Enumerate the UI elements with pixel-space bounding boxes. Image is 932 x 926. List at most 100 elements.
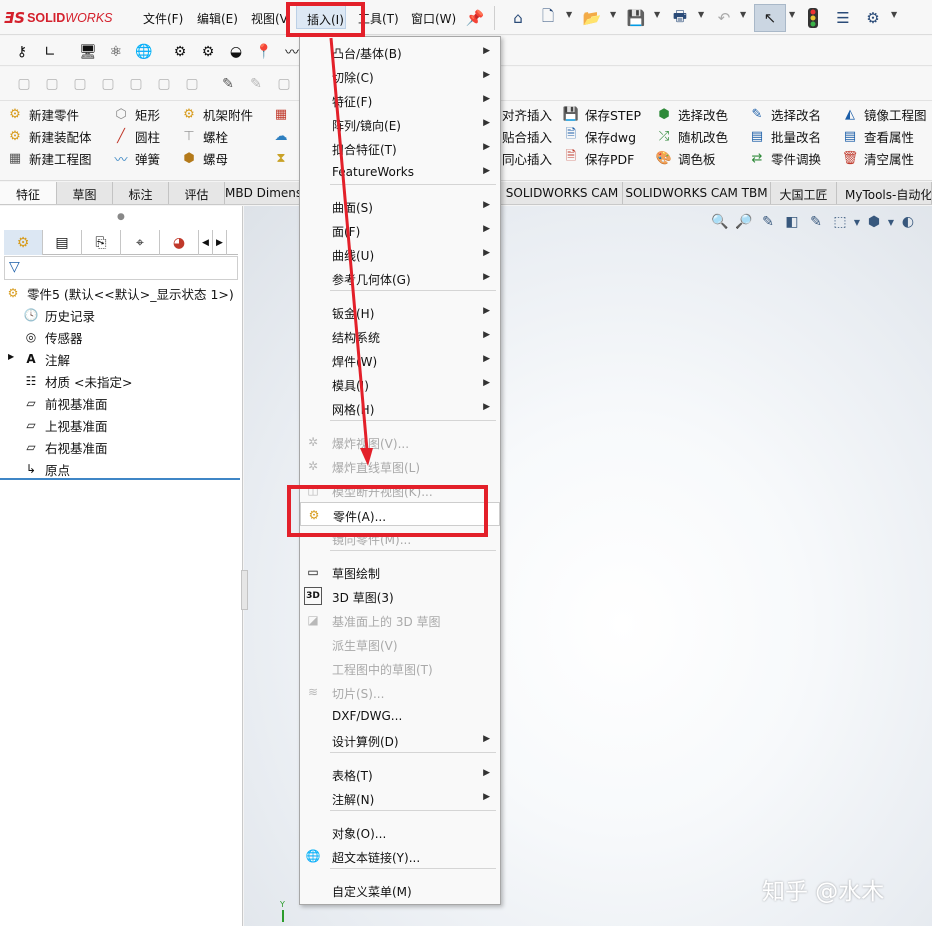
- gear-icon[interactable]: ⚙: [170, 42, 190, 62]
- location-pin-icon[interactable]: 📍: [254, 42, 274, 62]
- menu-window[interactable]: 窗口(W): [411, 10, 456, 27]
- select-recolor-command[interactable]: ⬢ 选择改色: [655, 103, 728, 125]
- insert-menu-item[interactable]: 派生草图(V): [300, 632, 500, 656]
- chevron-down-icon[interactable]: ▼: [740, 10, 746, 19]
- dynamic-annotation-icon[interactable]: ✎: [804, 212, 828, 232]
- palette-command[interactable]: 🎨 调色板: [655, 147, 728, 169]
- insert-menu-item[interactable]: 🌐 超文本链接(Y)...: [300, 844, 500, 868]
- tree-item-right-plane[interactable]: ▱ 右视基准面: [22, 436, 132, 458]
- shape-icon[interactable]: ▢: [42, 74, 62, 94]
- insert-menu-item[interactable]: 3D 3D 草图(3): [300, 584, 500, 608]
- new-part-command[interactable]: ⚙ 新建零件: [6, 103, 92, 125]
- shape-icon[interactable]: ▢: [98, 74, 118, 94]
- network-icon[interactable]: ⚛: [106, 42, 126, 62]
- frame-accessory-command[interactable]: ⚙ 机架附件: [180, 103, 253, 125]
- pin-icon[interactable]: 📌: [465, 8, 485, 28]
- insert-menu-item[interactable]: 扣合特征(T) ▶: [300, 136, 500, 160]
- display-style-icon[interactable]: ⬢: [862, 212, 886, 232]
- tab-sketch[interactable]: 草图: [57, 182, 113, 204]
- insert-menu-item[interactable]: 曲线(U) ▶: [300, 242, 500, 266]
- random-recolor-command[interactable]: ⤮ 随机改色: [655, 125, 728, 147]
- insert-menu-item[interactable]: 特征(F) ▶: [300, 88, 500, 112]
- chevron-down-icon[interactable]: ▼: [886, 212, 896, 232]
- sketch-icon[interactable]: ✎: [218, 74, 238, 94]
- insert-menu-item[interactable]: 焊件(W) ▶: [300, 348, 500, 372]
- appearance-tab-icon[interactable]: ◕: [160, 230, 199, 255]
- tab-annotation[interactable]: 标注: [113, 182, 169, 204]
- cloud-command[interactable]: ☁: [272, 125, 295, 147]
- shape-icon[interactable]: ▢: [154, 74, 174, 94]
- shape-icon[interactable]: ▢: [70, 74, 90, 94]
- zoom-area-icon[interactable]: 🔎: [732, 212, 756, 232]
- previous-view-icon[interactable]: ✎: [756, 212, 780, 232]
- scroll-left-icon[interactable]: ◀: [199, 230, 213, 255]
- insert-menu-item[interactable]: 网格(H) ▶: [300, 396, 500, 420]
- panel-grip[interactable]: ●: [117, 212, 125, 222]
- insert-menu-item[interactable]: ✲ 爆炸视图(V)...: [300, 430, 500, 454]
- view-orientation-icon[interactable]: ⬚: [828, 212, 852, 232]
- save-step-command[interactable]: 💾 保存STEP: [562, 103, 641, 125]
- shape-icon[interactable]: ▢: [14, 74, 34, 94]
- select-rename-command[interactable]: ✎ 选择改名: [748, 103, 821, 125]
- open-folder-icon[interactable]: 📂: [582, 8, 602, 28]
- tree-item-front-plane[interactable]: ▱ 前视基准面: [22, 392, 132, 414]
- tree-item-material[interactable]: ☷ 材质 <未指定>: [22, 370, 133, 392]
- save-icon[interactable]: 💾: [626, 8, 646, 28]
- insert-menu-item[interactable]: 表格(T) ▶: [300, 762, 500, 786]
- insert-menu-item[interactable]: 对象(O)...: [300, 820, 500, 844]
- dimxpert-tab-icon[interactable]: ⌖: [121, 230, 160, 255]
- insert-menu-item[interactable]: ▭ 草图绘制: [300, 560, 500, 584]
- save-pdf-command[interactable]: 🗎 保存PDF: [562, 147, 641, 169]
- mate-insert-command[interactable]: 贴合插入: [502, 125, 552, 147]
- new-document-icon[interactable]: 🗋: [538, 7, 558, 28]
- shape-icon[interactable]: ▢: [182, 74, 202, 94]
- feature-tree-tab-icon[interactable]: ⚙: [4, 230, 43, 255]
- chevron-down-icon[interactable]: ▼: [789, 10, 795, 19]
- chevron-down-icon[interactable]: ▼: [610, 10, 616, 19]
- monitor-icon[interactable]: 🖥: [78, 42, 98, 62]
- insert-menu-item[interactable]: FeatureWorks ▶: [300, 160, 500, 184]
- insert-menu-item[interactable]: 自定义菜单(M): [300, 878, 500, 902]
- save-dwg-command[interactable]: 🗎 保存dwg: [562, 125, 641, 147]
- settings-gear-icon[interactable]: ⚙: [863, 8, 883, 28]
- insert-menu-item[interactable]: 结构系统 ▶: [300, 324, 500, 348]
- insert-menu-item[interactable]: ≋ 切片(S)...: [300, 680, 500, 704]
- panel-collapse-handle[interactable]: [241, 570, 248, 610]
- menu-file[interactable]: 文件(F): [143, 10, 183, 27]
- insert-menu-item[interactable]: DXF/DWG...: [300, 704, 500, 728]
- menu-view[interactable]: 视图(V: [251, 10, 288, 27]
- bolt-command[interactable]: ⊤ 螺栓: [180, 125, 253, 147]
- print-icon[interactable]: 🖶: [670, 7, 690, 28]
- tree-root-part[interactable]: ⚙ 零件5 (默认<<默认>_显示状态 1>): [4, 282, 234, 304]
- undo-icon[interactable]: ↶: [714, 8, 734, 28]
- tab-solidworks-cam[interactable]: SOLIDWORKS CAM: [502, 182, 623, 204]
- insert-menu-item[interactable]: 面(F) ▶: [300, 218, 500, 242]
- insert-menu-item[interactable]: ✲ 爆炸直线草图(L): [300, 454, 500, 478]
- options-list-icon[interactable]: ☰: [833, 8, 853, 28]
- mirror-drawing-command[interactable]: ◭ 镜像工程图: [841, 103, 927, 125]
- tab-solidworks-cam-tbm[interactable]: SOLIDWORKS CAM TBM: [623, 182, 771, 204]
- section-view-icon[interactable]: ◧: [780, 212, 804, 232]
- zoom-to-fit-icon[interactable]: 🔍: [708, 212, 732, 232]
- insert-menu-item[interactable]: 阵列/镜向(E) ▶: [300, 112, 500, 136]
- insert-menu-item[interactable]: 凸台/基体(B) ▶: [300, 40, 500, 64]
- tree-filter-field[interactable]: ▽: [4, 256, 238, 280]
- hide-show-icon[interactable]: ◐: [896, 212, 920, 232]
- shape-icon[interactable]: ▢: [274, 74, 294, 94]
- insert-menu-item[interactable]: 钣金(H) ▶: [300, 300, 500, 324]
- cylinder-command[interactable]: ╱ 圆柱: [112, 125, 160, 147]
- chevron-down-icon[interactable]: ▼: [698, 10, 704, 19]
- tree-rollback-bar[interactable]: [0, 478, 240, 480]
- shape-icon[interactable]: ▢: [126, 74, 146, 94]
- scroll-right-icon[interactable]: ▶: [213, 230, 227, 255]
- property-manager-tab-icon[interactable]: ▤: [43, 230, 82, 255]
- home-icon[interactable]: ⌂: [508, 8, 528, 28]
- tree-item-history[interactable]: 🕓 历史记录: [22, 304, 132, 326]
- chevron-down-icon[interactable]: ▼: [566, 10, 572, 19]
- new-assembly-command[interactable]: ⚙ 新建装配体: [6, 125, 91, 147]
- tab-evaluate[interactable]: 评估: [169, 182, 225, 204]
- insert-menu-item[interactable]: 注解(N) ▶: [300, 786, 500, 810]
- chevron-down-icon[interactable]: ▼: [654, 10, 660, 19]
- nut-command[interactable]: ⬢ 螺母: [180, 147, 253, 169]
- insert-menu-item[interactable]: 切除(C) ▶: [300, 64, 500, 88]
